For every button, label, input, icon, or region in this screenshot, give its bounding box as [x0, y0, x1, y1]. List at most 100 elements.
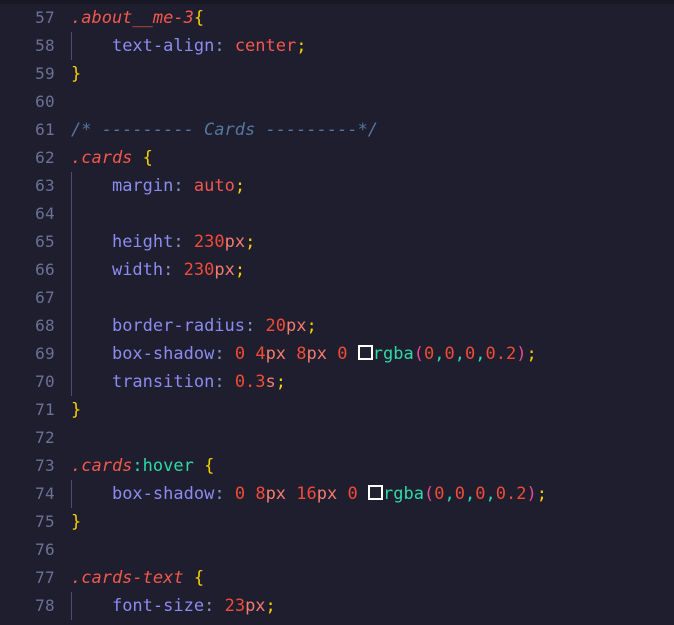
code-line[interactable]: 66 width: 230px; [0, 256, 674, 284]
code-line[interactable]: 61 /* --------- Cards ---------*/ [0, 116, 674, 144]
css-property: border-radius [111, 316, 246, 336]
code-line[interactable]: 70 transition: 0.3s; [0, 368, 674, 396]
css-selector: .cards-text [71, 568, 184, 588]
line-content[interactable]: margin: auto; [71, 172, 245, 200]
css-unit: px [316, 484, 338, 504]
line-content[interactable]: } [71, 60, 81, 88]
line-content[interactable]: } [71, 508, 81, 536]
line-content[interactable]: .cards:hover { [71, 452, 214, 480]
css-number: 0 [337, 344, 348, 364]
css-number: 4 [255, 344, 266, 364]
css-unit: px [286, 316, 307, 336]
line-content[interactable]: .cards-text { [71, 564, 204, 592]
comma: , [454, 344, 465, 364]
css-unit: px [306, 344, 328, 364]
line-content[interactable]: height: 230px; [71, 228, 255, 256]
open-brace: { [204, 456, 215, 476]
css-number: 0 [444, 344, 455, 364]
css-number: 20 [265, 316, 286, 336]
css-unit: px [265, 484, 287, 504]
code-line[interactable]: 77 .cards-text { [0, 564, 674, 592]
close-paren: ) [526, 484, 537, 504]
line-content[interactable]: .cards { [71, 144, 153, 172]
code-line[interactable]: 64 [0, 200, 674, 228]
css-unit: s [265, 372, 276, 392]
colon: : [245, 316, 256, 336]
line-number: 59 [35, 64, 55, 83]
code-line[interactable]: 75 } [0, 508, 674, 536]
line-number: 61 [35, 120, 55, 139]
code-line[interactable]: 67 [0, 284, 674, 312]
code-line[interactable]: 57 .about__me-3{ [0, 4, 674, 32]
line-content[interactable]: box-shadow: 0 4px 8px 0 rgba(0,0,0,0.2); [71, 340, 537, 368]
colon: : [173, 176, 184, 196]
code-line[interactable]: 58 text-align: center; [0, 32, 674, 60]
code-line[interactable]: 78 font-size: 23px; [0, 592, 674, 620]
code-line[interactable]: 73 .cards:hover { [0, 452, 674, 480]
line-content[interactable]: font-size: 23px; [71, 592, 276, 620]
semicolon: ; [245, 232, 256, 252]
line-content[interactable]: width: 230px; [71, 256, 245, 284]
code-line[interactable]: 59 } [0, 60, 674, 88]
css-unit: px [245, 596, 266, 616]
line-number: 75 [35, 512, 55, 531]
css-number: 0 [434, 484, 445, 504]
comma: , [464, 484, 476, 504]
line-number: 76 [35, 540, 55, 559]
code-line[interactable]: 71 } [0, 396, 674, 424]
code-line[interactable]: 62 .cards { [0, 144, 674, 172]
line-content[interactable]: box-shadow: 0 8px 16px 0 rgba(0,0,0,0.2)… [71, 480, 547, 508]
css-number: 8 [296, 344, 307, 364]
line-content[interactable]: text-align: center; [71, 32, 307, 60]
close-paren: ) [516, 344, 527, 364]
colon: : [163, 260, 174, 280]
colon: : [214, 344, 225, 364]
line-content[interactable]: } [71, 396, 81, 424]
comma: , [434, 344, 445, 364]
code-line[interactable]: 69 box-shadow: 0 4px 8px 0 rgba(0,0,0,0.… [0, 340, 674, 368]
line-number: 78 [35, 596, 55, 615]
css-selector: .about__me-3 [71, 8, 194, 28]
line-number: 62 [35, 148, 55, 167]
line-content[interactable]: transition: 0.3s; [71, 368, 286, 396]
code-line[interactable]: 63 margin: auto; [0, 172, 674, 200]
colon: : [204, 596, 215, 616]
css-function: rgba [372, 344, 414, 364]
semicolon: ; [234, 176, 246, 196]
line-number: 69 [35, 344, 55, 363]
css-function: rgba [383, 484, 424, 504]
css-number: 0 [454, 484, 465, 504]
css-property: text-align [111, 36, 215, 56]
code-line[interactable]: 68 border-radius: 20px; [0, 312, 674, 340]
semicolon: ; [265, 596, 276, 616]
line-number: 77 [35, 568, 55, 587]
code-line[interactable]: 72 [0, 424, 674, 452]
line-number: 73 [35, 456, 55, 475]
css-unit: px [265, 344, 287, 364]
css-value: center [234, 36, 297, 56]
close-brace: } [71, 64, 82, 84]
line-content[interactable]: /* --------- Cards ---------*/ [71, 116, 378, 144]
code-line[interactable]: 76 [0, 536, 674, 564]
code-line[interactable]: 65 height: 230px; [0, 228, 674, 256]
line-number: 57 [35, 8, 55, 27]
color-swatch-icon[interactable] [368, 485, 384, 500]
code-editor[interactable]: 57 .about__me-3{ 58 text-align: center; … [0, 0, 674, 625]
css-number: 16 [296, 484, 317, 504]
code-lines: 57 .about__me-3{ 58 text-align: center; … [0, 4, 674, 620]
semicolon: ; [275, 372, 287, 392]
indent-guide [71, 200, 72, 228]
css-number: 23 [224, 596, 246, 616]
css-property: height [111, 232, 174, 252]
color-swatch-icon[interactable] [357, 345, 373, 360]
css-number: 0 [234, 344, 246, 364]
css-number: 0.2 [485, 344, 517, 364]
line-content[interactable]: border-radius: 20px; [71, 312, 317, 340]
semicolon: ; [234, 260, 246, 280]
css-number: 0 [234, 484, 246, 504]
line-content[interactable]: .about__me-3{ [71, 4, 204, 32]
code-line[interactable]: 60 [0, 88, 674, 116]
open-brace: { [193, 568, 205, 588]
colon: : [173, 232, 184, 252]
code-line[interactable]: 74 box-shadow: 0 8px 16px 0 rgba(0,0,0,0… [0, 480, 674, 508]
